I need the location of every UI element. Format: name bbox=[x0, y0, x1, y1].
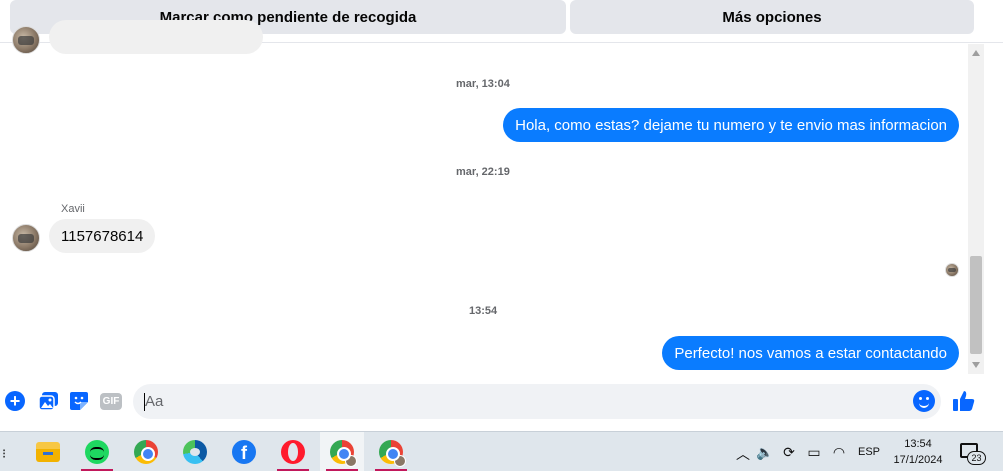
folder-icon bbox=[36, 442, 60, 462]
chat-scrollbar[interactable] bbox=[968, 44, 984, 374]
photo-icon[interactable] bbox=[37, 390, 59, 412]
incoming-message-bubble[interactable]: 1157678614 bbox=[49, 219, 156, 253]
spotify-icon bbox=[85, 440, 109, 464]
more-options-button[interactable]: Más opciones bbox=[570, 0, 974, 34]
sticker-icon[interactable] bbox=[68, 390, 90, 412]
message-input-container[interactable] bbox=[133, 384, 941, 419]
emoji-icon[interactable] bbox=[913, 390, 935, 412]
screen: Marcar como pendiente de recogida Más op… bbox=[0, 0, 1003, 471]
outgoing-message-bubble[interactable]: Hola, como estas? dejame tu numero y te … bbox=[503, 108, 959, 142]
taskbar-opera[interactable] bbox=[271, 432, 315, 471]
sync-icon[interactable]: ⟳ bbox=[780, 444, 798, 460]
contact-avatar[interactable] bbox=[12, 224, 40, 252]
timestamp-divider: mar, 22:19 bbox=[456, 166, 510, 178]
taskbar-edge[interactable] bbox=[173, 432, 217, 471]
profile-badge bbox=[345, 455, 357, 467]
facebook-icon: f bbox=[232, 440, 256, 464]
outgoing-message-bubble[interactable]: Perfecto! nos vamos a estar contactando bbox=[662, 336, 959, 370]
timestamp-divider: 13:54 bbox=[469, 305, 498, 317]
conversation-thread[interactable]: mar, 13:04 Hola, como estas? dejame tu n… bbox=[0, 20, 968, 374]
taskbar-chrome[interactable] bbox=[124, 432, 168, 471]
volume-icon[interactable]: 🔈 bbox=[756, 444, 774, 460]
windows-taskbar: ⁝ f ︿ 🔈 ⟳ ▭ ◠ ESP 13:54 17/1/2024 23 bbox=[0, 431, 1003, 471]
message-composer: + GIF bbox=[0, 380, 984, 422]
taskbar-chrome-profile-2[interactable] bbox=[369, 432, 413, 471]
message-text: Perfecto! nos vamos a estar contactando bbox=[674, 344, 947, 362]
message-input[interactable] bbox=[133, 384, 893, 419]
show-hidden-icons-chevron-icon[interactable]: ︿ bbox=[736, 444, 750, 464]
message-text: 1157678614 bbox=[61, 227, 144, 245]
seen-receipt-avatar bbox=[945, 263, 959, 277]
previous-message-bubble[interactable] bbox=[49, 20, 263, 54]
scrollbar-thumb[interactable] bbox=[970, 256, 982, 354]
battery-icon[interactable]: ▭ bbox=[805, 444, 823, 460]
timestamp-divider: mar, 13:04 bbox=[456, 78, 510, 90]
system-clock[interactable]: 13:54 17/1/2024 bbox=[888, 436, 948, 468]
edge-icon bbox=[183, 440, 207, 464]
notification-count-badge: 23 bbox=[967, 451, 986, 465]
window-edge bbox=[984, 44, 1003, 431]
clock-date: 17/1/2024 bbox=[893, 454, 943, 466]
sender-name: Xavii bbox=[61, 203, 85, 215]
text-caret bbox=[144, 393, 145, 411]
scroll-down-arrow-icon[interactable] bbox=[972, 362, 980, 368]
chrome-profile-icon bbox=[379, 440, 406, 467]
gif-icon[interactable]: GIF bbox=[99, 390, 123, 412]
chrome-profile-icon bbox=[330, 440, 357, 467]
clock-time: 13:54 bbox=[904, 438, 932, 450]
taskbar-facebook[interactable]: f bbox=[222, 432, 266, 471]
wifi-icon[interactable]: ◠ bbox=[830, 444, 848, 460]
profile-badge bbox=[394, 455, 406, 467]
scroll-up-arrow-icon[interactable] bbox=[972, 50, 980, 56]
taskbar-file-explorer[interactable] bbox=[26, 432, 70, 471]
opera-icon bbox=[281, 440, 305, 464]
plus-icon[interactable]: + bbox=[4, 390, 26, 412]
notification-center-icon[interactable]: 23 bbox=[960, 441, 986, 465]
taskbar-chrome-profile-1[interactable] bbox=[320, 432, 364, 471]
thumbs-up-icon[interactable] bbox=[952, 389, 976, 413]
taskbar-spotify[interactable] bbox=[75, 432, 119, 471]
taskbar-overflow-handle[interactable]: ⁝ bbox=[2, 446, 6, 462]
contact-avatar-partial[interactable] bbox=[12, 26, 40, 54]
message-text: Hola, como estas? dejame tu numero y te … bbox=[515, 116, 947, 134]
input-language[interactable]: ESP bbox=[858, 446, 880, 458]
chrome-icon bbox=[134, 440, 158, 464]
